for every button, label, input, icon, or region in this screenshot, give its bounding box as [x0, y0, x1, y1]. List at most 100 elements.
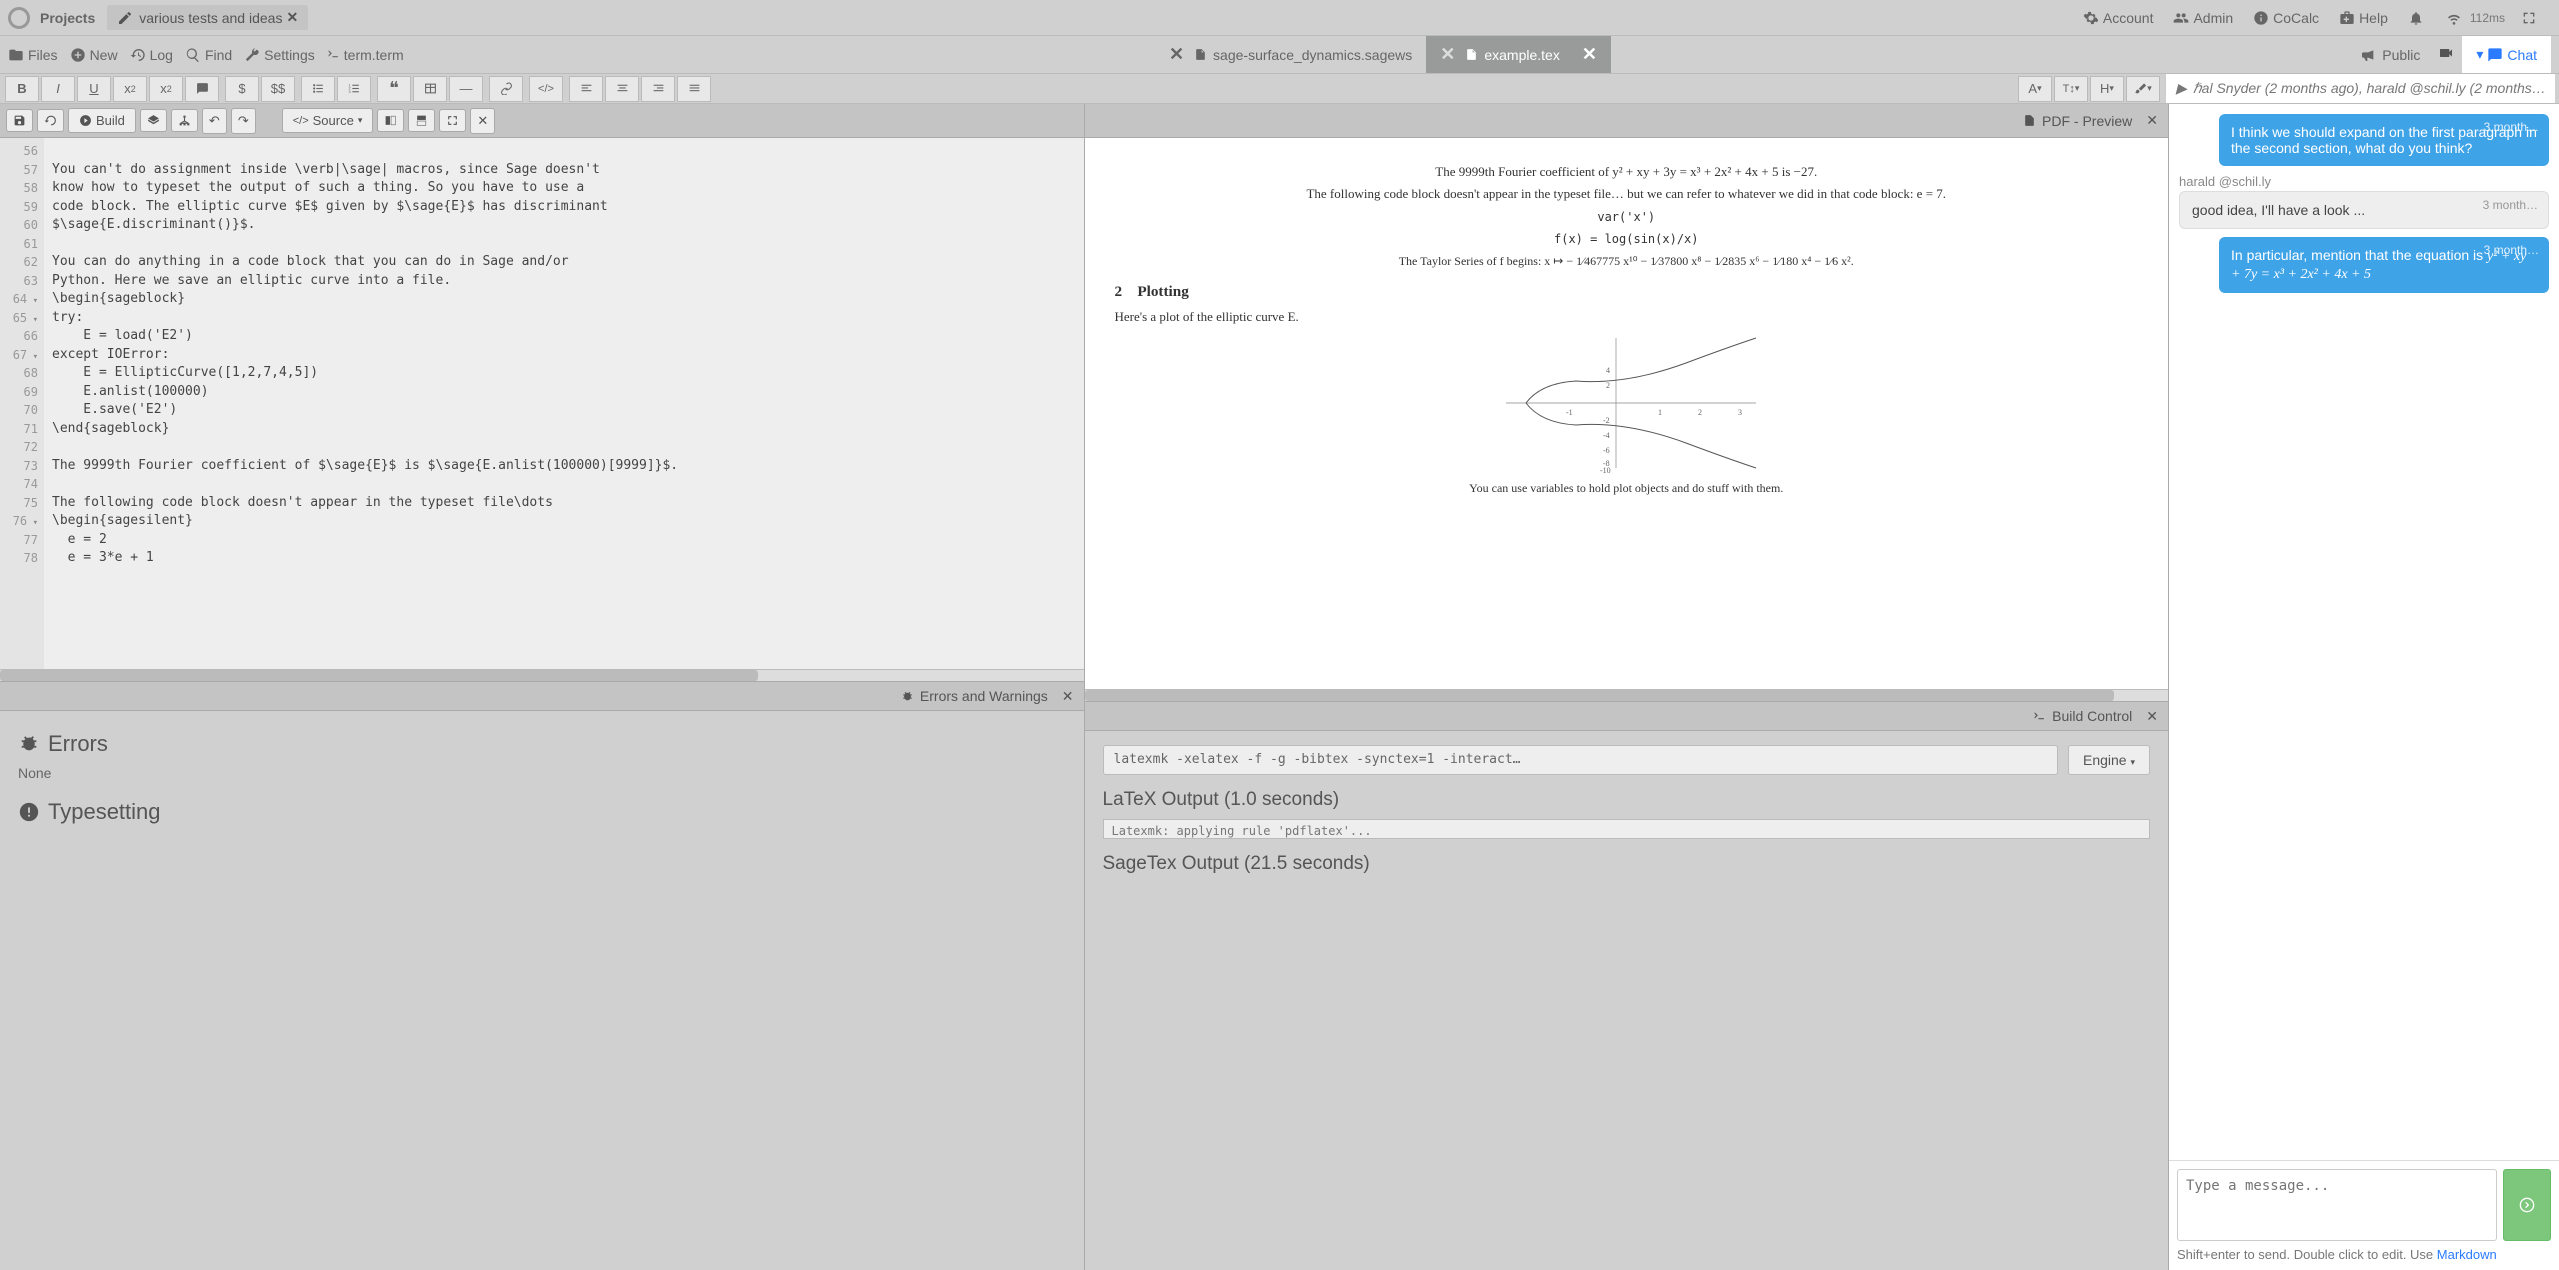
gutter: 5657585960616263646566676869707172737475… [0, 138, 44, 669]
file-tab-example-tex[interactable]: ✕ example.tex ✕ [1426, 36, 1611, 73]
close-icon[interactable]: ✕ [1062, 688, 1074, 705]
account-link[interactable]: Account [2083, 10, 2154, 26]
chat-sender-name: harald @schil.ly [2179, 174, 2549, 189]
display-math-button[interactable]: $$ [261, 76, 295, 102]
code-editor[interactable]: 5657585960616263646566676869707172737475… [0, 138, 1084, 669]
font-family-button[interactable]: A▾ [2018, 76, 2052, 102]
settings-button[interactable]: Settings [244, 47, 315, 63]
chat-input[interactable] [2177, 1169, 2497, 1241]
close-icon[interactable]: ✕ [1582, 44, 1597, 65]
code-lines[interactable]: You can't do assignment inside \verb|\sa… [44, 138, 1084, 669]
underline-button[interactable]: U [77, 76, 111, 102]
ul-button[interactable] [301, 76, 335, 102]
main-area: Build ↶ ↷ </> Source ▾ ✕ 565758596061626… [0, 104, 2559, 1270]
build-control-tab[interactable]: Build Control ✕ [2033, 708, 2158, 725]
svg-text:3: 3 [348, 90, 350, 94]
superscript-button[interactable]: x2 [149, 76, 183, 102]
chat-messages[interactable]: 3 month… I think we should expand on the… [2169, 104, 2559, 1160]
source-dropdown[interactable]: </> Source ▾ [282, 108, 374, 133]
close-icon[interactable]: ✕ [2146, 708, 2158, 725]
pdf-preview-label: PDF - Preview ✕ [2023, 112, 2158, 129]
users-icon [2173, 10, 2189, 26]
close-icon[interactable]: ✕ [1169, 44, 1184, 65]
sitemap-button[interactable] [171, 109, 198, 132]
message-text: In particular, mention that the equation… [2231, 247, 2526, 281]
link-button[interactable] [489, 76, 523, 102]
svg-text:-6: -6 [1603, 446, 1610, 455]
expand-button[interactable] [439, 109, 466, 132]
heading-button[interactable]: H▾ [2090, 76, 2124, 102]
chat-tab[interactable]: ▾ Chat [2462, 36, 2551, 73]
chat-message-own[interactable]: 3 month… In particular, mention that the… [2219, 237, 2549, 293]
message-time: 3 month… [2483, 198, 2538, 212]
build-button[interactable]: Build [68, 108, 136, 133]
public-button[interactable]: Public [2350, 43, 2430, 67]
wrench-icon [244, 47, 260, 63]
help-link[interactable]: Help [2339, 10, 2388, 26]
table-button[interactable] [413, 76, 447, 102]
svg-text:-4: -4 [1603, 431, 1610, 440]
chat-input-area: Shift+enter to send. Double click to edi… [2169, 1160, 2559, 1270]
save-button[interactable] [6, 109, 33, 132]
subscript-button[interactable]: x2 [113, 76, 147, 102]
align-left-button[interactable] [569, 76, 603, 102]
find-button[interactable]: Find [185, 47, 232, 63]
latex-output-box[interactable]: Latexmk: applying rule 'pdflatex'... [1103, 819, 2151, 839]
close-pane-button[interactable]: ✕ [470, 108, 495, 134]
terminal-icon [2033, 710, 2046, 723]
italic-button[interactable]: I [41, 76, 75, 102]
ol-button[interactable]: 123 [337, 76, 371, 102]
file-tab-sagews[interactable]: ✕ sage-surface_dynamics.sagews [1155, 36, 1426, 73]
video-chat-button[interactable] [2430, 41, 2462, 68]
code-button[interactable]: </> [529, 76, 563, 102]
chevron-right-icon: ▶ [2176, 80, 2187, 97]
errors-heading: Errors [18, 731, 1066, 757]
comment-button[interactable] [185, 76, 219, 102]
close-icon[interactable]: ✕ [2146, 112, 2158, 129]
bell-icon [2408, 10, 2424, 26]
markdown-link[interactable]: Markdown [2437, 1247, 2497, 1262]
close-icon[interactable]: ✕ [1440, 44, 1455, 65]
chat-message-own[interactable]: 3 month… I think we should expand on the… [2219, 114, 2549, 166]
quote-button[interactable]: ❝ [377, 76, 411, 102]
logo-icon[interactable] [8, 7, 30, 29]
log-button[interactable]: Log [130, 47, 173, 63]
split-h-button[interactable] [377, 109, 404, 132]
build-command-input[interactable]: latexmk -xelatex -f -g -bibtex -synctex=… [1103, 745, 2058, 775]
align-justify-button[interactable] [677, 76, 711, 102]
chevron-down-icon: ▾ [2476, 46, 2483, 63]
align-right-button[interactable] [641, 76, 675, 102]
engine-dropdown[interactable]: Engine ▾ [2068, 745, 2150, 775]
errors-tab[interactable]: Errors and Warnings ✕ [901, 688, 1074, 705]
admin-link[interactable]: Admin [2173, 10, 2233, 26]
close-icon[interactable]: ✕ [286, 9, 298, 26]
chat-message-other[interactable]: 3 month… good idea, I'll have a look ... [2179, 191, 2549, 229]
terminal-button[interactable]: term.term [327, 47, 404, 63]
chat-summary-bar[interactable]: ▶ ℏal Snyder (2 months ago), harald @sch… [2165, 74, 2555, 103]
bold-button[interactable]: B [5, 76, 39, 102]
files-button[interactable]: Files [8, 47, 58, 63]
projects-link[interactable]: Projects [40, 10, 95, 26]
color-button[interactable]: ▾ [2126, 76, 2160, 102]
redo-button[interactable]: ↷ [231, 108, 256, 134]
project-tab[interactable]: various tests and ideas ✕ [107, 5, 308, 30]
editor-h-scrollbar[interactable] [0, 669, 1084, 681]
undo-button[interactable]: ↶ [202, 108, 227, 134]
notifications-button[interactable] [2408, 10, 2428, 26]
pdf-h-scrollbar[interactable] [1085, 689, 2169, 701]
cocalc-link[interactable]: CoCalc [2253, 10, 2319, 26]
send-button[interactable] [2503, 1169, 2551, 1241]
connection-status[interactable]: 112ms [2446, 10, 2505, 26]
hr-button[interactable]: — [449, 76, 483, 102]
inline-math-button[interactable]: $ [225, 76, 259, 102]
expand-icon [446, 114, 459, 127]
svg-text:3: 3 [1738, 408, 1742, 417]
layers-button[interactable] [140, 109, 167, 132]
fullscreen-button[interactable] [2521, 10, 2541, 26]
font-size-button[interactable]: T↕▾ [2054, 76, 2088, 102]
split-v-button[interactable] [408, 109, 435, 132]
new-button[interactable]: New [70, 47, 118, 63]
timetravel-button[interactable] [37, 109, 64, 132]
align-center-button[interactable] [605, 76, 639, 102]
pdf-preview[interactable]: The 9999th Fourier coefficient of y² + x… [1085, 138, 2169, 689]
